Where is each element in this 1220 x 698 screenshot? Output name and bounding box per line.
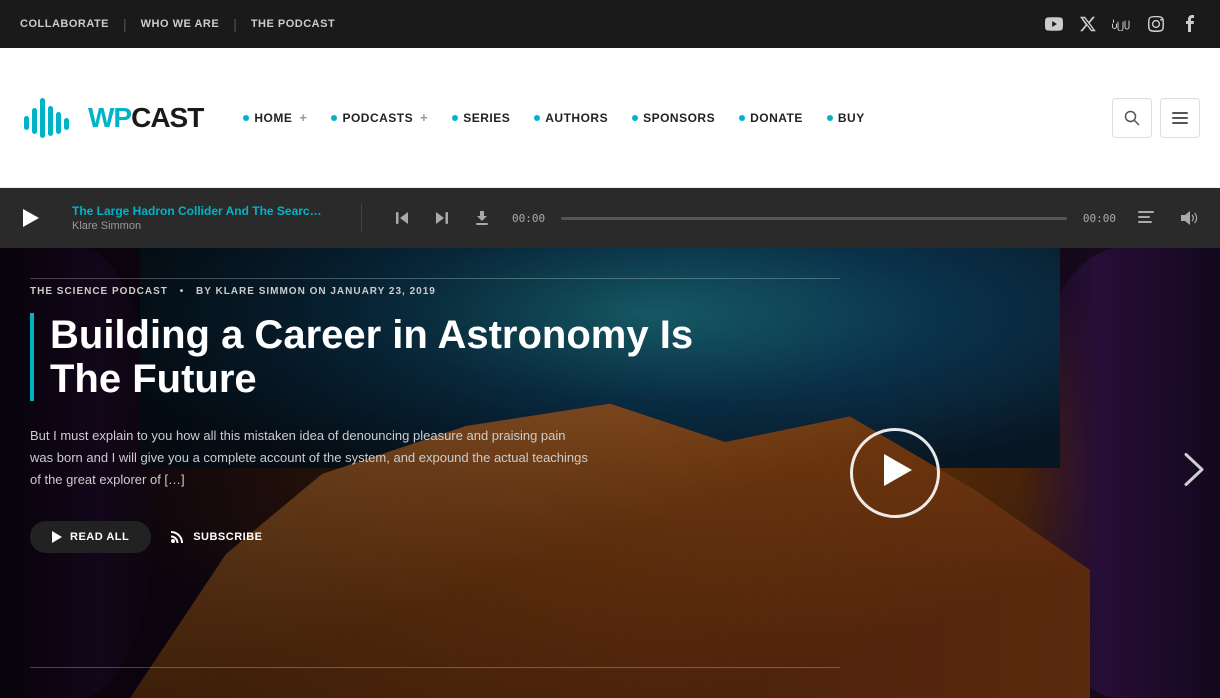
progress-bar[interactable] <box>561 217 1067 220</box>
hero-actions: READ ALL SUBSCRIBE <box>30 521 730 553</box>
track-author: Klare Simmon <box>72 220 351 232</box>
nav-authors[interactable]: AUTHORS <box>524 103 618 133</box>
instagram-icon[interactable] <box>1146 14 1166 34</box>
hero-meta: THE SCIENCE PODCAST • BY KLARE SIMMON ON… <box>30 286 730 297</box>
logo-text: WPCAST <box>88 102 203 134</box>
volume-button[interactable] <box>1176 204 1204 232</box>
logo[interactable]: WPCAST <box>20 88 203 148</box>
time-left: 00:00 <box>512 212 545 225</box>
read-all-button[interactable]: READ ALL <box>30 521 151 553</box>
play-button[interactable] <box>16 203 46 233</box>
top-social <box>1044 14 1200 34</box>
hero-excerpt: But I must explain to you how all this m… <box>30 425 590 491</box>
search-icon <box>1124 110 1140 126</box>
soundcloud-icon[interactable] <box>1112 14 1132 34</box>
top-bar: COLLABORATE | WHO WE ARE | THE PODCAST <box>0 0 1220 48</box>
top-nav: COLLABORATE | WHO WE ARE | THE PODCAST <box>20 16 349 32</box>
main-nav: HOME + PODCASTS + SERIES AUTHORS SPONSOR… <box>233 102 1112 133</box>
player-bar: The Large Hadron Collider And The Searc…… <box>0 188 1220 248</box>
nav-home[interactable]: HOME + <box>233 102 317 133</box>
hero: THE SCIENCE PODCAST • BY KLARE SIMMON ON… <box>0 248 1220 698</box>
time-right: 00:00 <box>1083 212 1116 225</box>
hero-content: THE SCIENCE PODCAST • BY KLARE SIMMON ON… <box>30 278 730 668</box>
nav-podcasts[interactable]: PODCASTS + <box>321 102 438 133</box>
logo-waveform-icon <box>20 88 80 148</box>
nav-dot <box>739 115 745 121</box>
top-nav-who-we-are[interactable]: WHO WE ARE <box>127 18 234 30</box>
next-track-button[interactable] <box>428 204 456 232</box>
nav-dot <box>331 115 337 121</box>
next-icon <box>434 210 450 226</box>
nav-buy[interactable]: BUY <box>817 103 875 133</box>
player-controls <box>388 204 496 232</box>
hero-play-button[interactable] <box>850 428 940 518</box>
facebook-icon[interactable] <box>1180 14 1200 34</box>
search-button[interactable] <box>1112 98 1152 138</box>
nav-donate[interactable]: DONATE <box>729 103 813 133</box>
nav-sponsors[interactable]: SPONSORS <box>622 103 725 133</box>
play-triangle-icon <box>884 454 912 486</box>
nav-series[interactable]: SERIES <box>442 103 520 133</box>
nav-dot <box>452 115 458 121</box>
play-icon <box>23 209 39 227</box>
header: WPCAST HOME + PODCASTS + SERIES AUTHORS … <box>0 48 1220 188</box>
youtube-icon[interactable] <box>1044 14 1064 34</box>
twitter-x-icon[interactable] <box>1078 14 1098 34</box>
chevron-right-icon <box>1184 453 1204 487</box>
menu-button[interactable] <box>1160 98 1200 138</box>
play-circle-icon <box>884 454 912 493</box>
nav-dot <box>243 115 249 121</box>
track-info: The Large Hadron Collider And The Searc…… <box>62 204 362 232</box>
queue-icon <box>1138 211 1154 225</box>
hero-title: Building a Career in Astronomy Is The Fu… <box>30 313 730 401</box>
hero-category: THE SCIENCE PODCAST <box>30 286 168 297</box>
hamburger-icon <box>1172 112 1188 124</box>
queue-button[interactable] <box>1132 204 1160 232</box>
hero-meta-dot: • <box>180 286 185 297</box>
download-icon <box>474 209 490 227</box>
prev-icon <box>394 210 410 226</box>
download-button[interactable] <box>468 204 496 232</box>
rss-icon <box>171 531 185 543</box>
nav-dot <box>827 115 833 121</box>
nav-dot <box>632 115 638 121</box>
top-nav-the-podcast[interactable]: THE PODCAST <box>237 18 349 30</box>
volume-icon <box>1181 210 1199 226</box>
header-actions <box>1112 98 1200 138</box>
track-title: The Large Hadron Collider And The Searc… <box>72 204 351 218</box>
play-small-icon <box>52 531 62 543</box>
hero-author-date: BY KLARE SIMMON ON JANUARY 23, 2019 <box>196 286 436 297</box>
next-slide-button[interactable] <box>1184 453 1204 494</box>
subscribe-button[interactable]: SUBSCRIBE <box>171 531 262 543</box>
nav-dot <box>534 115 540 121</box>
prev-track-button[interactable] <box>388 204 416 232</box>
top-nav-collaborate[interactable]: COLLABORATE <box>20 18 123 30</box>
